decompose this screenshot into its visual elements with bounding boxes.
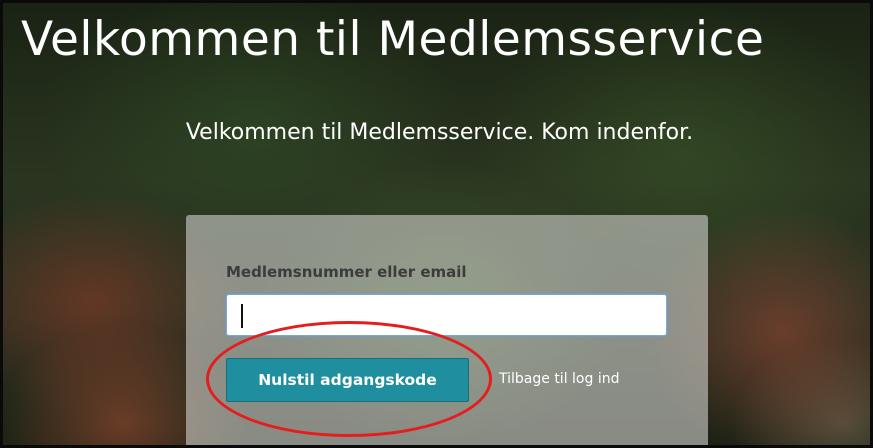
text-caret [241,304,243,328]
reset-password-form: Medlemsnummer eller email Nulstil adgang… [186,215,708,445]
member-id-input[interactable] [226,294,667,336]
page-subtitle: Velkommen til Medlemsservice. Kom indenf… [185,120,694,145]
reset-password-button[interactable]: Nulstil adgangskode [226,358,469,402]
page-background: Velkommen til Medlemsservice Velkommen t… [0,0,873,448]
member-id-label: Medlemsnummer eller email [226,263,467,281]
back-to-login-link[interactable]: Tilbage til log ind [499,371,619,387]
page-title: Velkommen til Medlemsservice [21,12,765,67]
